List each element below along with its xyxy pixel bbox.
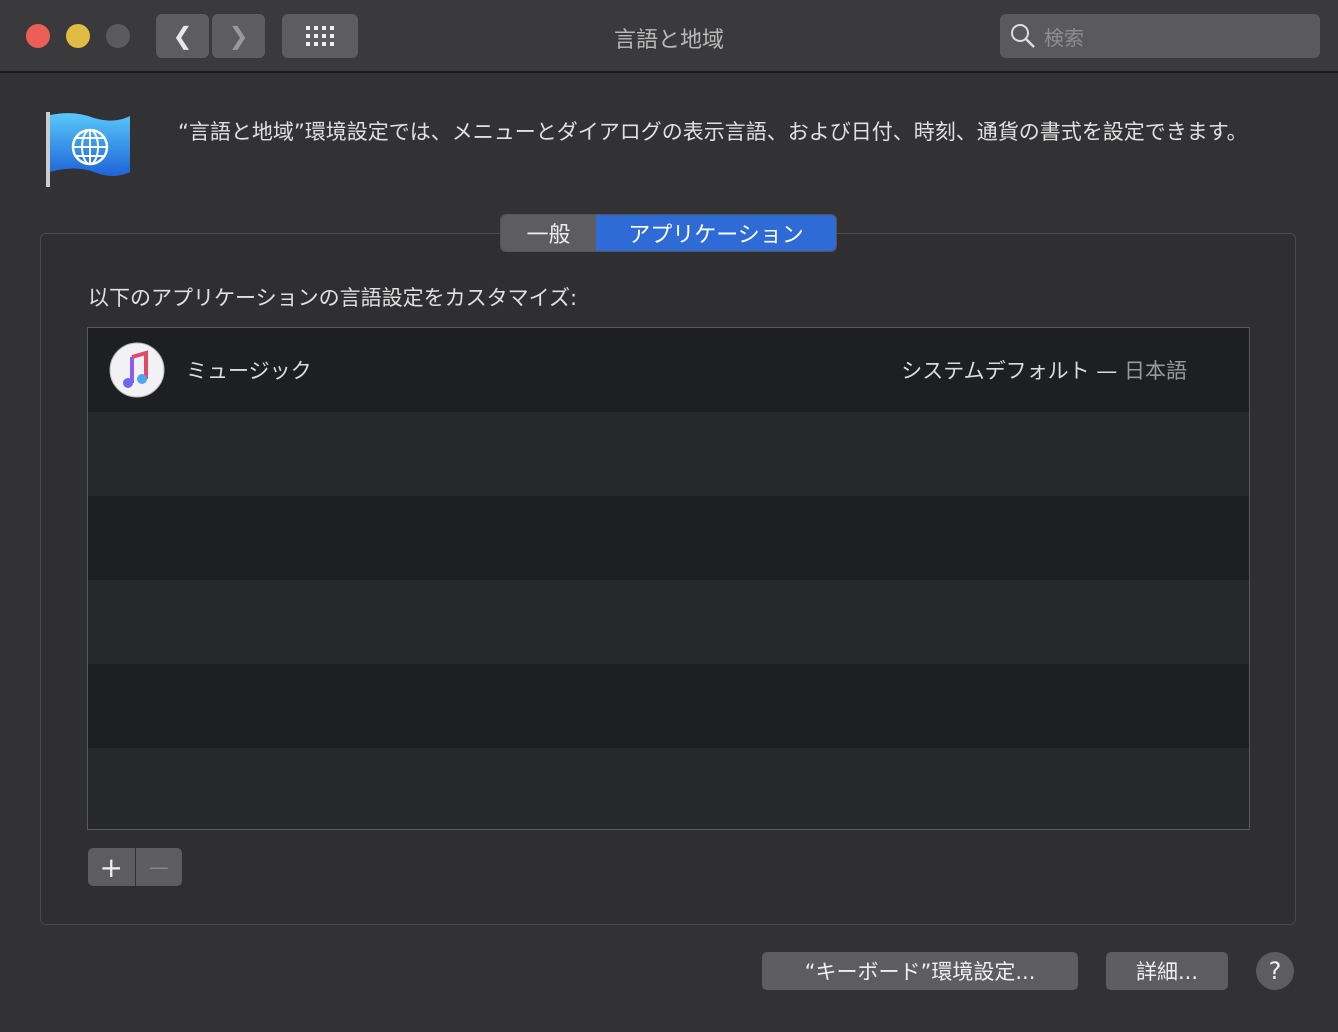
table-row — [88, 412, 1249, 496]
pane-description: “言語と地域”環境設定では、メニューとダイアログの表示言語、および日付、時刻、通… — [178, 120, 1248, 144]
app-name: ミュージック — [186, 359, 312, 383]
table-row — [88, 496, 1249, 580]
globe-flag-icon — [46, 112, 130, 187]
search-placeholder: 検索 — [1044, 25, 1084, 50]
advanced-button[interactable]: 詳細... — [1106, 952, 1228, 990]
table-row[interactable]: ミュージック システムデフォルト — 日本語 — [88, 328, 1249, 412]
section-label: 以下のアプリケーションの言語設定をカスタマイズ: — [88, 286, 578, 310]
add-button[interactable]: + — [88, 848, 136, 886]
keyboard-preferences-button[interactable]: “キーボード”環境設定... — [762, 952, 1078, 990]
search-icon — [1011, 24, 1035, 48]
tab-bar: 一般 アプリケーション — [500, 214, 837, 252]
tab-general[interactable]: 一般 — [501, 215, 596, 251]
add-remove-buttons: + — — [88, 848, 182, 886]
language-prefix: システムデフォルト — — [901, 359, 1118, 383]
table-row — [88, 664, 1249, 748]
title-bar: ❮ ❯ 言語と地域 検索 — [0, 0, 1338, 73]
app-language-table[interactable]: ミュージック システムデフォルト — 日本語 — [87, 327, 1250, 830]
search-field[interactable]: 検索 — [1000, 14, 1320, 58]
music-app-icon — [109, 342, 165, 398]
tab-applications[interactable]: アプリケーション — [596, 215, 836, 251]
table-row — [88, 748, 1249, 829]
language-value[interactable]: 日本語 — [1124, 359, 1187, 383]
table-row — [88, 580, 1249, 664]
help-button[interactable]: ? — [1256, 952, 1294, 990]
remove-button[interactable]: — — [135, 848, 182, 886]
